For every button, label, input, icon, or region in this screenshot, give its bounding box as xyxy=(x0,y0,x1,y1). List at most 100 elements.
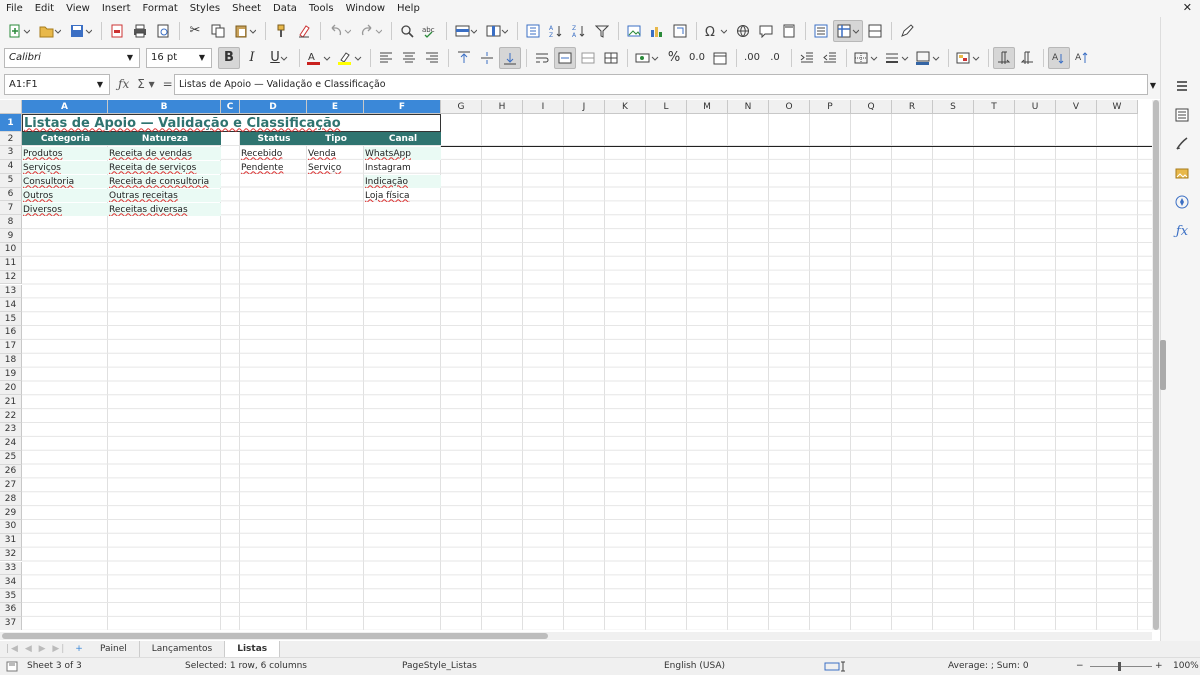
row-header-2[interactable]: 2 xyxy=(0,132,22,146)
row-header-1[interactable]: 1 xyxy=(0,114,22,132)
column-header-q[interactable]: Q xyxy=(851,100,892,114)
column-header-n[interactable]: N xyxy=(728,100,769,114)
row-header-25[interactable]: 25 xyxy=(0,450,22,465)
tipo-cell[interactable]: Serviço xyxy=(307,161,364,174)
sum-icon[interactable]: Σ ▾ xyxy=(137,77,154,91)
column-header-m[interactable]: M xyxy=(687,100,728,114)
styles-icon[interactable] xyxy=(1173,135,1191,153)
column-header-t[interactable]: T xyxy=(974,100,1015,114)
row-header-6[interactable]: 6 xyxy=(0,187,22,202)
merge-center-icon[interactable] xyxy=(554,46,576,69)
row-header-17[interactable]: 17 xyxy=(0,339,22,354)
column-header-v[interactable]: V xyxy=(1056,100,1097,114)
header-status[interactable]: Status xyxy=(240,132,307,145)
horizontal-scroll-thumb[interactable] xyxy=(2,633,548,639)
headers-footers-icon[interactable] xyxy=(778,20,800,42)
column-header-g[interactable]: G xyxy=(441,100,482,114)
clear-formatting-icon[interactable] xyxy=(293,20,315,42)
horizontal-scrollbar[interactable] xyxy=(0,632,1152,640)
categoria-cell[interactable]: Consultoria xyxy=(22,175,108,188)
name-box[interactable]: A1:F1 ▼ xyxy=(4,74,110,95)
column-header-w[interactable]: W xyxy=(1097,100,1138,114)
header-natureza[interactable]: Natureza xyxy=(108,132,221,145)
borders-icon[interactable] xyxy=(851,47,881,69)
unmerge-cells-icon[interactable] xyxy=(600,47,622,69)
pivot-table-icon[interactable] xyxy=(669,20,691,42)
delete-decimal-icon[interactable]: .0 xyxy=(764,47,786,69)
sort-icon[interactable] xyxy=(522,20,544,42)
cell-area[interactable]: Listas de Apoio — Validação e Classifica… xyxy=(22,114,1152,630)
menu-format[interactable]: Format xyxy=(143,3,178,14)
sort-descending-icon[interactable]: ZA xyxy=(568,20,590,42)
menu-data[interactable]: Data xyxy=(273,3,297,14)
close-document-icon[interactable]: ✕ xyxy=(1183,1,1192,14)
select-all-corner[interactable] xyxy=(0,100,22,114)
row-header-20[interactable]: 20 xyxy=(0,381,22,396)
tipo-cell[interactable]: Venda xyxy=(307,147,364,160)
column-header-a[interactable]: A xyxy=(22,100,108,114)
right-to-left-icon[interactable] xyxy=(1016,47,1038,69)
bold-button[interactable]: B xyxy=(218,46,240,69)
highlight-color-icon[interactable] xyxy=(335,47,365,69)
column-header-h[interactable]: H xyxy=(482,100,523,114)
find-replace-icon[interactable] xyxy=(396,20,418,42)
left-to-right-icon[interactable] xyxy=(993,46,1015,69)
header-tipo[interactable]: Tipo xyxy=(307,132,364,145)
open-folder-icon[interactable] xyxy=(35,20,65,42)
status-cell[interactable]: Pendente xyxy=(240,161,307,174)
date-format-icon[interactable] xyxy=(709,47,731,69)
cut-icon[interactable]: ✂ xyxy=(184,20,206,42)
row-header-26[interactable]: 26 xyxy=(0,464,22,479)
clone-formatting-icon[interactable] xyxy=(270,20,292,42)
row-header-33[interactable]: 33 xyxy=(0,561,22,576)
categoria-cell[interactable]: Diversos xyxy=(22,203,108,216)
categoria-cell[interactable]: Produtos xyxy=(22,147,108,160)
gallery-icon[interactable] xyxy=(1173,164,1191,182)
page-style[interactable]: PageStyle_Listas xyxy=(402,661,477,671)
zoom-slider-knob[interactable] xyxy=(1118,662,1121,671)
row-header-29[interactable]: 29 xyxy=(0,506,22,520)
menu-tools[interactable]: Tools xyxy=(309,3,334,14)
navigator-icon[interactable] xyxy=(1173,193,1191,211)
header-canal[interactable]: Canal xyxy=(364,132,441,145)
center-vertically-icon[interactable] xyxy=(476,47,498,69)
column-header-i[interactable]: I xyxy=(523,100,564,114)
merge-cells-icon[interactable] xyxy=(577,47,599,69)
hyperlink-icon[interactable] xyxy=(732,20,754,42)
font-size-box[interactable]: 16 pt ▼ xyxy=(146,47,212,68)
print-icon[interactable] xyxy=(129,20,151,42)
column-header-o[interactable]: O xyxy=(769,100,810,114)
conditional-format-icon[interactable] xyxy=(953,47,983,69)
border-color-icon[interactable] xyxy=(913,47,943,69)
row-header-7[interactable]: 7 xyxy=(0,201,22,216)
chevron-down-icon[interactable]: ▼ xyxy=(193,49,211,67)
new-document-icon[interactable] xyxy=(4,20,34,42)
align-center-icon[interactable] xyxy=(398,47,420,69)
language-status[interactable]: English (USA) xyxy=(664,661,725,671)
row-header-12[interactable]: 12 xyxy=(0,270,22,285)
currency-format-icon[interactable] xyxy=(632,47,662,69)
row-header-11[interactable]: 11 xyxy=(0,256,22,271)
tab-painel[interactable]: Painel xyxy=(88,641,140,657)
paste-icon[interactable] xyxy=(230,20,260,42)
autofilter-icon[interactable] xyxy=(591,20,613,42)
row-header-3[interactable]: 3 xyxy=(0,146,22,160)
define-print-area-icon[interactable] xyxy=(810,20,832,42)
natureza-cell[interactable]: Receita de vendas xyxy=(108,147,221,160)
column-header-r[interactable]: R xyxy=(892,100,933,114)
spelling-icon[interactable]: abc xyxy=(419,20,441,42)
row-header-15[interactable]: 15 xyxy=(0,312,22,327)
menu-edit[interactable]: Edit xyxy=(35,3,54,14)
special-character-icon[interactable]: Ω xyxy=(701,20,731,42)
vertical-scroll-thumb[interactable] xyxy=(1153,100,1159,630)
menu-window[interactable]: Window xyxy=(346,3,385,14)
row-header-27[interactable]: 27 xyxy=(0,478,22,493)
status-cell[interactable]: Recebido xyxy=(240,147,307,160)
underline-button[interactable]: U xyxy=(264,47,294,69)
tab-listas[interactable]: Listas xyxy=(225,641,281,657)
sort-ascending-icon[interactable]: AZ xyxy=(545,20,567,42)
selection-mode-icon[interactable] xyxy=(824,661,846,675)
row-header-34[interactable]: 34 xyxy=(0,575,22,590)
show-draw-functions-icon[interactable] xyxy=(896,20,918,42)
menu-sheet[interactable]: Sheet xyxy=(232,3,261,14)
